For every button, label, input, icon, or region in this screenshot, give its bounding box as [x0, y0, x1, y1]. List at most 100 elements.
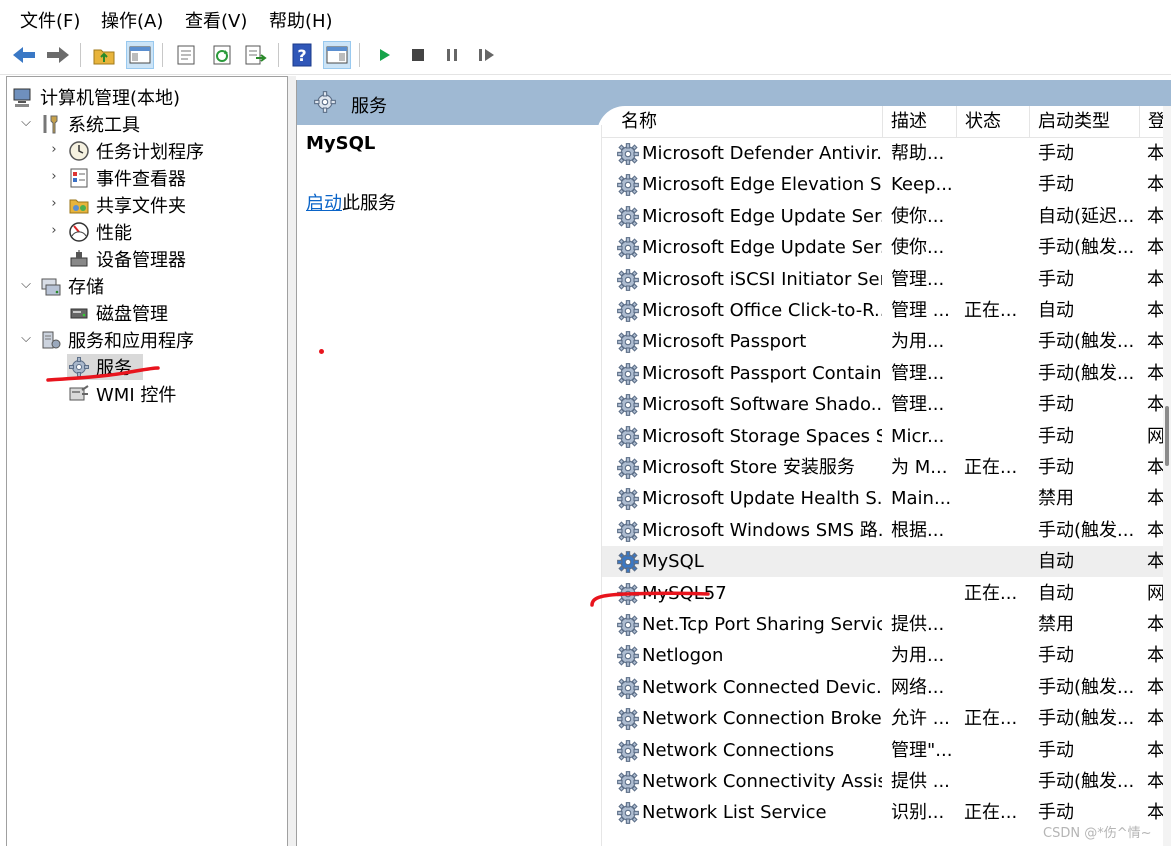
start-service-link[interactable]: 启动	[306, 193, 342, 214]
service-row[interactable]: Microsoft Edge Elevation S... Keep... 手动本	[602, 169, 1171, 200]
scrollbar-thumb[interactable]	[1165, 406, 1169, 466]
gear-icon	[616, 676, 640, 700]
service-row[interactable]: Microsoft Update Health S... Main... 禁用本	[602, 483, 1171, 514]
service-description: 管理...	[891, 362, 945, 384]
service-description: 使你...	[891, 205, 945, 227]
gear-icon	[616, 236, 640, 260]
service-row[interactable]: Network Connection Broker 允许 ... 正在... 手动(触…	[602, 703, 1171, 734]
forward-icon[interactable]	[44, 41, 72, 69]
column-header-status[interactable]: 状态	[957, 106, 1030, 137]
gear-icon	[616, 801, 640, 825]
service-row[interactable]: Network Connections 管理"... 手动本	[602, 735, 1171, 766]
resume-icon[interactable]	[472, 41, 500, 69]
menu-file[interactable]: 文件(F)	[20, 7, 80, 33]
tree-node-computer-management[interactable]: 计算机管理(本地)	[11, 84, 180, 110]
toolbar-separator	[80, 43, 81, 67]
shared-folder-icon	[67, 193, 91, 217]
service-row[interactable]: Microsoft Store 安装服务为 M... 正在... 手动本	[602, 452, 1171, 483]
service-row[interactable]: Network Connected Devic... 网络... 手动(触发... 本	[602, 672, 1171, 703]
pause-icon[interactable]	[438, 41, 466, 69]
gear-icon	[616, 613, 640, 637]
service-row[interactable]: Microsoft Edge Update Ser... 使你... 自动(延迟..…	[602, 201, 1171, 232]
service-description	[891, 546, 953, 577]
navigation-tree: 计算机管理(本地) ⌵ 系统工具 › 任务计划程序 › 事件查看器 › 共享文件…	[6, 76, 288, 846]
service-row[interactable]: Microsoft Edge Update Ser... 使你... 手动(触发..…	[602, 232, 1171, 263]
refresh-icon[interactable]	[208, 41, 236, 69]
service-name: Network List Service	[642, 802, 827, 824]
chevron-right-icon[interactable]: ›	[47, 196, 61, 211]
service-row[interactable]: Microsoft iSCSI Initiator Ser... 管理... 手动本	[602, 264, 1171, 295]
tree-node-system-tools[interactable]: 系统工具	[39, 111, 140, 137]
menu-action[interactable]: 操作(A)	[101, 7, 163, 33]
wmi-icon	[67, 382, 91, 406]
service-description: 提供...	[891, 614, 945, 635]
gear-icon	[616, 393, 640, 417]
chevron-right-icon[interactable]: ›	[47, 223, 61, 238]
device-manager-icon	[67, 247, 91, 271]
tree-node-disk-management[interactable]: 磁盘管理	[67, 300, 168, 326]
service-row[interactable]: Microsoft Office Click-to-R... 管理 ... 正在..…	[602, 295, 1171, 326]
gear-icon	[67, 355, 91, 379]
vertical-scrollbar[interactable]	[1163, 106, 1171, 846]
service-row[interactable]: Microsoft Windows SMS 路... 根据... 手动(触发... 本	[602, 515, 1171, 546]
tree-node-wmi[interactable]: WMI 控件	[67, 381, 176, 407]
clock-icon	[67, 139, 91, 163]
back-icon[interactable]	[10, 41, 38, 69]
service-name: Microsoft Passport	[642, 331, 807, 353]
tree-node-services[interactable]: 服务	[67, 354, 143, 380]
tree-node-event-viewer[interactable]: 事件查看器	[67, 165, 186, 191]
service-name: Microsoft Edge Elevation S...	[642, 174, 882, 196]
service-row[interactable]: Microsoft Defender Antivir... 帮助... 手动本	[602, 138, 1171, 169]
service-row[interactable]: MySQL 自动本	[602, 546, 1171, 578]
column-header-description[interactable]: 描述	[883, 106, 957, 137]
service-row[interactable]: Microsoft Storage Spaces S... Micr... 手动网	[602, 421, 1171, 452]
tree-node-services-apps[interactable]: 服务和应用程序	[39, 327, 194, 353]
help-icon[interactable]: ?	[288, 41, 316, 69]
service-status	[964, 546, 1026, 577]
pane-splitter[interactable]	[288, 76, 296, 846]
service-name: Microsoft iSCSI Initiator Ser...	[642, 268, 882, 290]
tree-label: 服务和应用程序	[68, 331, 194, 352]
chevron-down-icon[interactable]: ⌵	[19, 331, 33, 346]
menu-view[interactable]: 查看(V)	[185, 7, 247, 33]
up-folder-icon[interactable]	[90, 41, 118, 69]
service-name: Microsoft Passport Container	[642, 362, 882, 384]
service-description: 为用...	[891, 331, 945, 353]
chevron-down-icon[interactable]: ⌵	[19, 115, 33, 130]
tree-node-device-manager[interactable]: 设备管理器	[67, 246, 186, 272]
properties-icon[interactable]	[172, 41, 200, 69]
tree-node-performance[interactable]: 性能	[67, 219, 132, 245]
service-name: Microsoft Update Health S...	[642, 488, 882, 510]
service-startup-type: 手动	[1038, 394, 1074, 416]
tools-icon	[39, 112, 63, 136]
service-status	[964, 232, 1026, 263]
service-row[interactable]: Microsoft Passport 为用... 手动(触发... 本	[602, 326, 1171, 357]
pane-title: 服务	[351, 96, 387, 117]
service-name: Microsoft Storage Spaces S...	[642, 425, 882, 447]
export-list-icon[interactable]	[242, 41, 270, 69]
service-name: Microsoft Edge Update Ser...	[642, 237, 882, 259]
service-startup-type: 手动	[1038, 174, 1074, 196]
gear-icon	[616, 173, 640, 197]
service-status: 正在...	[964, 802, 1018, 824]
tree-node-shared-folders[interactable]: 共享文件夹	[67, 192, 186, 218]
chevron-down-icon[interactable]: ⌵	[19, 277, 33, 292]
service-row[interactable]: MySQL57 正在... 自动网	[602, 578, 1171, 609]
column-header-startup-type[interactable]: 启动类型	[1030, 106, 1140, 137]
stop-icon[interactable]	[404, 41, 432, 69]
menu-help[interactable]: 帮助(H)	[269, 7, 333, 33]
show-hide-tree-icon[interactable]	[126, 41, 154, 69]
chevron-right-icon[interactable]: ›	[47, 142, 61, 157]
service-row[interactable]: Microsoft Software Shado... 管理... 手动本	[602, 389, 1171, 420]
service-status: 正在...	[964, 300, 1018, 321]
play-icon[interactable]	[370, 41, 398, 69]
action-pane-icon[interactable]	[323, 41, 351, 69]
service-row[interactable]: Microsoft Passport Container 管理... 手动(触发..…	[602, 358, 1171, 389]
service-row[interactable]: Network Connectivity Assis... 提供 ... 手动(触发…	[602, 766, 1171, 797]
chevron-right-icon[interactable]: ›	[47, 169, 61, 184]
service-row[interactable]: Netlogon 为用... 手动本	[602, 640, 1171, 671]
service-row[interactable]: Net.Tcp Port Sharing Service 提供... 禁用本	[602, 609, 1171, 640]
tree-node-task-scheduler[interactable]: 任务计划程序	[67, 138, 204, 164]
tree-label: 服务	[96, 358, 132, 379]
tree-node-storage[interactable]: 存储	[39, 273, 104, 299]
